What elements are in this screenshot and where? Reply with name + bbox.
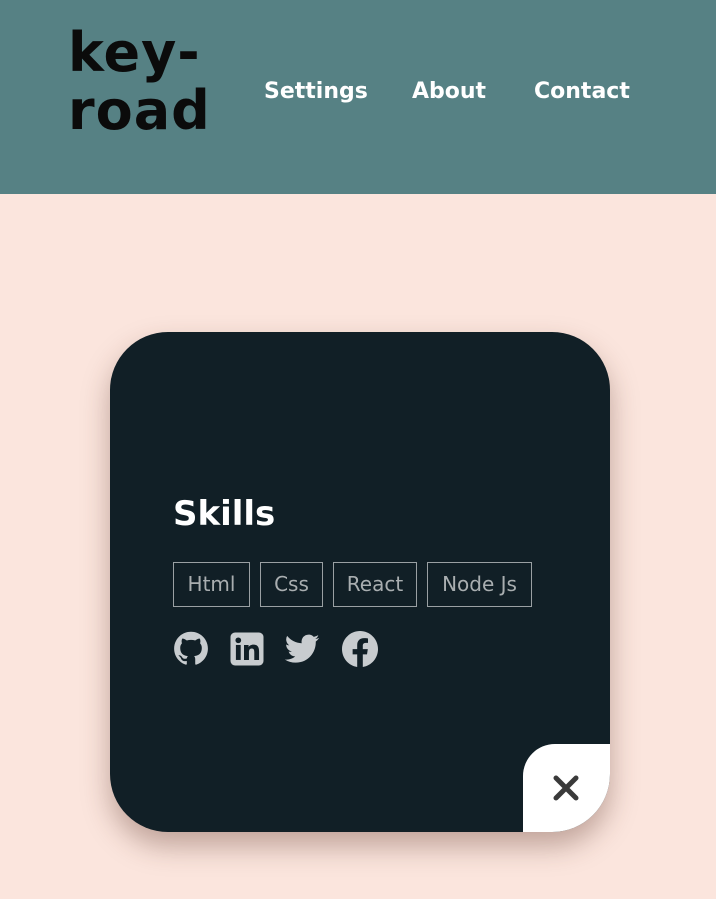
site-header: key- road Settings About Contact: [0, 0, 716, 194]
skill-tag-html: Html: [173, 562, 250, 607]
logo-line-1: key-: [68, 21, 201, 84]
nav-about-link[interactable]: About: [412, 78, 486, 106]
nav-settings-link[interactable]: Settings: [264, 78, 368, 106]
nav-contact-link[interactable]: Contact: [534, 78, 630, 106]
skill-tag-nodejs: Node Js: [427, 562, 532, 607]
skills-card: Skills Html Css React Node Js: [110, 332, 610, 832]
skill-tag-css: Css: [260, 562, 323, 607]
github-icon[interactable]: [173, 631, 209, 667]
facebook-icon[interactable]: [342, 631, 378, 667]
close-icon: [553, 775, 579, 801]
main-nav: Settings About Contact: [0, 78, 716, 108]
close-button[interactable]: [523, 744, 610, 832]
linkedin-icon[interactable]: [229, 631, 265, 667]
card-title: Skills: [173, 494, 276, 534]
twitter-icon[interactable]: [284, 631, 320, 667]
skill-tag-react: React: [333, 562, 417, 607]
